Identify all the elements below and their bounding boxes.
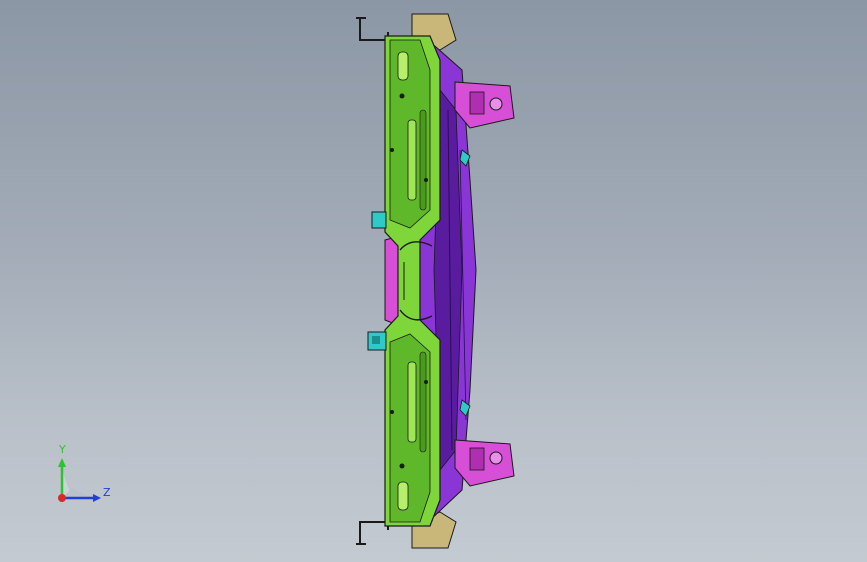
y-axis-arrow-icon [58, 458, 66, 467]
cad-viewport[interactable]: Y Z [0, 0, 867, 562]
mounting-hook-bottom [356, 521, 389, 545]
x-axis-dot-icon [58, 494, 66, 502]
clip-top [371, 211, 387, 229]
mounting-hook-top [356, 17, 389, 41]
axis-z-label: Z [103, 486, 111, 499]
tow-bracket-top [454, 81, 515, 129]
clip-bottom [367, 331, 387, 351]
axis-y-label: Y [59, 443, 66, 456]
orientation-triad: Y Z [48, 440, 128, 520]
rear-bumper-beam-model[interactable] [0, 0, 867, 562]
z-axis-arrow-icon [93, 494, 101, 502]
tow-bracket-bottom [454, 439, 515, 487]
